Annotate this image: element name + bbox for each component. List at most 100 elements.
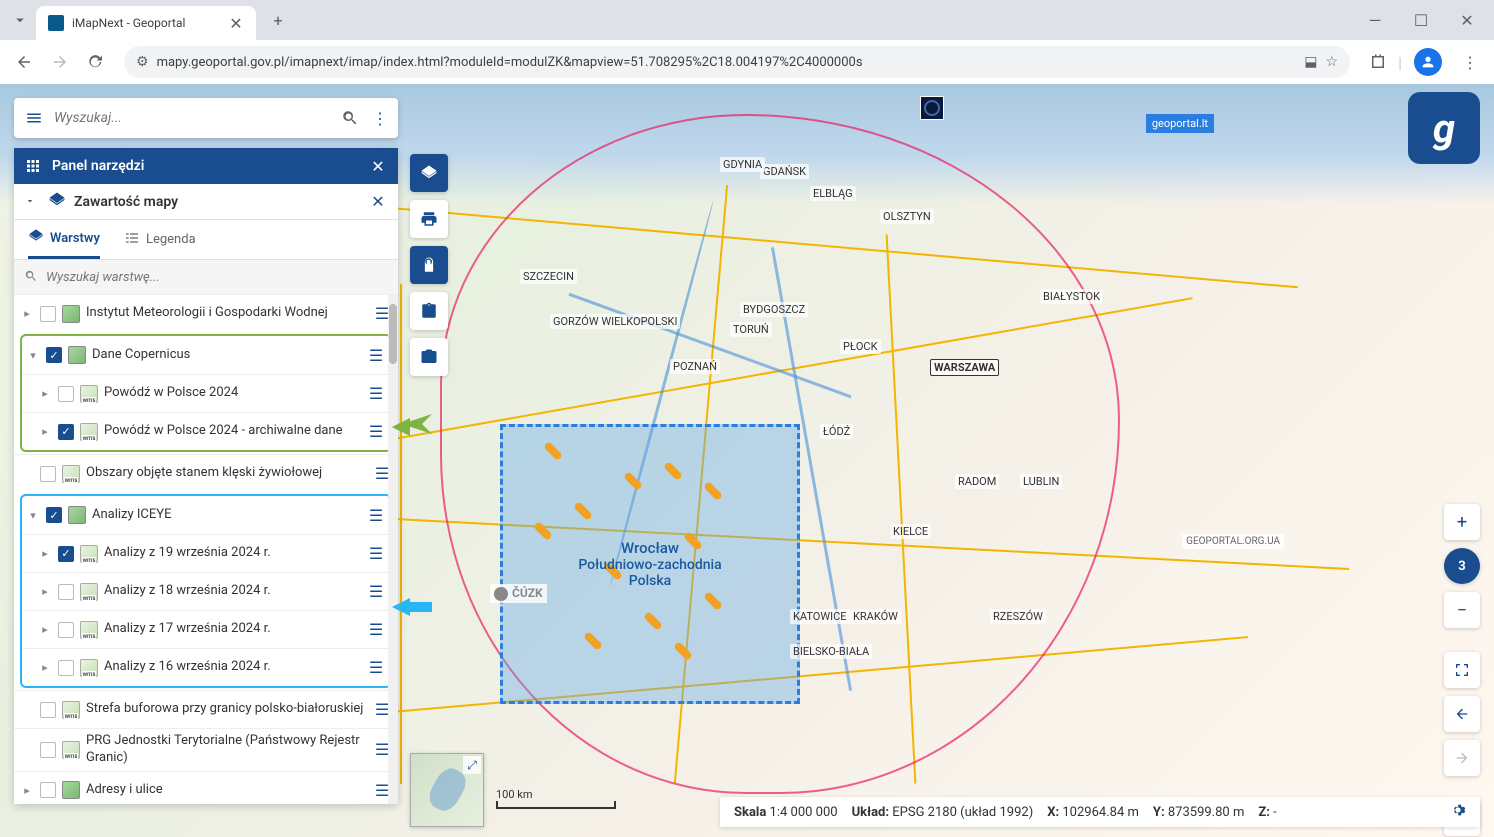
layer-menu-icon[interactable]: ☰ [366,506,386,525]
layer-buffer[interactable]: Strefa buforowa przy granicy polsko-biał… [14,690,398,728]
layers-tool-button[interactable] [410,154,448,192]
scale-line [496,801,616,809]
menu-button[interactable] [22,106,46,130]
layer-checkbox[interactable]: ✓ [46,347,62,363]
minimap-expand-icon[interactable]: ⤢ [463,756,481,774]
zoom-level-badge[interactable]: 3 [1444,548,1480,584]
layer-iceye-17[interactable]: ▸ Analizy z 17 września 2024 r. ☰ [22,610,390,648]
layer-iceye-19[interactable]: ▸ ✓ Analizy z 19 września 2024 r. ☰ [22,534,390,572]
layer-flood2024-arch[interactable]: ▸ ✓ Powódź w Polsce 2024 - archiwalne da… [22,412,390,450]
print-tool-button[interactable] [410,200,448,238]
layer-menu-icon[interactable]: ☰ [366,620,386,639]
tab-legend[interactable]: Legenda [124,220,196,259]
chevron-right-icon[interactable]: ▸ [38,387,52,400]
profile-button[interactable] [1414,48,1442,76]
layer-checkbox[interactable]: ✓ [58,424,74,440]
browser-tab[interactable]: iMapNext - Geoportal ✕ [36,6,256,40]
bookmark-icon[interactable]: ☆ [1326,54,1339,70]
layer-checkbox[interactable]: ✓ [46,507,62,523]
raster-layer-icon [68,346,86,364]
content-close-icon[interactable]: ✕ [368,192,388,211]
layer-menu-icon[interactable]: ☰ [366,658,386,677]
nav-forward-button[interactable] [1444,740,1480,776]
layer-menu-icon[interactable]: ☰ [366,544,386,563]
layer-checkbox[interactable] [40,702,56,718]
search-icon [24,268,38,287]
camera-tool-button[interactable] [410,338,448,376]
fullscreen-button[interactable] [1444,652,1480,688]
tab-layers[interactable]: Warstwy [28,220,100,259]
scrollbar-thumb[interactable] [389,304,397,364]
reload-button[interactable] [80,46,112,78]
identify-tool-button[interactable] [410,246,448,284]
layer-disaster-areas[interactable]: Obszary objęte stanem klęski żywiołowej … [14,454,398,492]
layer-prg[interactable]: PRG Jednostki Terytorialne (Państwowy Re… [14,728,398,771]
layer-iceye[interactable]: ▾ ✓ Analizy ICEYE ☰ [22,496,390,534]
maximize-button[interactable]: ☐ [1398,4,1444,36]
zoom-out-button[interactable]: − [1444,592,1480,628]
panel-header: Panel narzędzi ✕ [14,148,398,184]
chevron-down-icon[interactable]: ▾ [26,349,40,362]
layer-checkbox[interactable] [40,742,56,758]
city-torun: TORUŃ [730,322,772,337]
install-app-icon[interactable]: ⬓ [1304,54,1317,70]
layer-menu-icon[interactable]: ☰ [366,422,386,441]
forward-button[interactable] [44,46,76,78]
layer-checkbox[interactable] [58,622,74,638]
nav-back-button[interactable] [1444,696,1480,732]
layer-addresses[interactable]: ▸ Adresy i ulice ☰ [14,771,398,804]
minimize-button[interactable]: — [1352,4,1398,36]
layer-checkbox[interactable] [40,306,56,322]
url-input[interactable]: ⚙ mapy.geoportal.gov.pl/imapnext/imap/in… [124,46,1350,78]
green-arrow-annotation [392,414,432,440]
zoom-in-button[interactable]: + [1444,504,1480,540]
search-input[interactable] [54,110,330,126]
layer-iceye-16[interactable]: ▸ Analizy z 16 września 2024 r. ☰ [22,648,390,686]
layer-menu-icon[interactable]: ☰ [366,582,386,601]
city-katowice: KATOWICE [790,609,850,624]
panel-close-icon[interactable]: ✕ [368,156,388,176]
layer-flood2024[interactable]: ▸ Powódź w Polsce 2024 ☰ [22,374,390,412]
layer-list[interactable]: ▸ Instytut Meteorologii i Gospodarki Wod… [14,294,398,804]
grid-icon [24,157,42,175]
layer-checkbox[interactable] [58,660,74,676]
tab-list-dropdown[interactable] [4,4,36,36]
status-settings-icon[interactable] [1450,802,1466,822]
chevron-right-icon[interactable]: ▸ [20,784,34,797]
chevron-down-icon[interactable]: ▾ [26,509,40,522]
layer-menu-icon[interactable]: ☰ [366,384,386,403]
panel-title: Panel narzędzi [52,158,358,174]
search-icon[interactable] [338,106,362,130]
minimap[interactable]: ⤢ [410,753,484,827]
layer-copernicus[interactable]: ▾ ✓ Dane Copernicus ☰ [22,336,390,374]
layer-checkbox[interactable]: ✓ [58,546,74,562]
layer-checkbox[interactable] [40,466,56,482]
highlight-label: Wrocław Południowo-zachodnia Polska [577,539,724,589]
chevron-right-icon[interactable]: ▸ [38,623,52,636]
chevron-right-icon[interactable]: ▸ [38,585,52,598]
browser-menu-button[interactable]: ⋮ [1454,46,1486,78]
clipboard-tool-button[interactable] [410,292,448,330]
close-window-button[interactable]: ✕ [1444,4,1490,36]
chevron-right-icon[interactable]: ▸ [38,425,52,438]
scrollbar-track[interactable] [388,294,398,804]
layer-checkbox[interactable] [40,782,56,798]
search-more-icon[interactable]: ⋮ [370,106,390,130]
city-krakow: KRAKÓW [850,609,901,624]
chevron-down-icon[interactable] [24,192,40,211]
layer-iceye-18[interactable]: ▸ Analizy z 18 września 2024 r. ☰ [22,572,390,610]
chevron-right-icon[interactable]: ▸ [20,307,34,320]
new-tab-button[interactable]: + [264,6,292,34]
layer-checkbox[interactable] [58,584,74,600]
back-button[interactable] [8,46,40,78]
tab-close-icon[interactable]: ✕ [228,15,244,31]
site-settings-icon[interactable]: ⚙ [136,54,149,70]
layer-menu-icon[interactable]: ☰ [366,346,386,365]
layer-search-input[interactable] [46,270,388,285]
extensions-button[interactable] [1362,46,1394,78]
app-logo[interactable]: g [1408,92,1480,164]
chevron-right-icon[interactable]: ▸ [38,661,52,674]
layer-imgw[interactable]: ▸ Instytut Meteorologii i Gospodarki Wod… [14,294,398,332]
layer-checkbox[interactable] [58,386,74,402]
chevron-right-icon[interactable]: ▸ [38,547,52,560]
